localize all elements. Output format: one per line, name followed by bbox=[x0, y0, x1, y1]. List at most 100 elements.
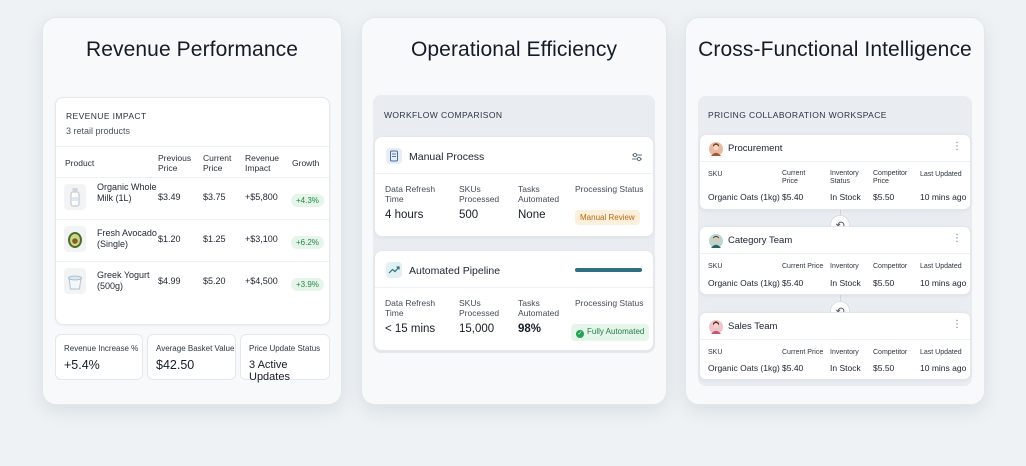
document-icon bbox=[386, 148, 402, 164]
col-previous-price: Previous Price bbox=[158, 153, 192, 173]
manual-process-title: Manual Process bbox=[409, 151, 485, 163]
sliders-icon[interactable] bbox=[631, 150, 643, 168]
col-product: Product bbox=[65, 158, 95, 168]
col-last-updated: Last Updated bbox=[920, 263, 962, 270]
col-sku: SKU bbox=[708, 263, 723, 270]
col-competitor-price: Competitor Price bbox=[873, 263, 908, 270]
sku-value: Organic Oats (1kg) bbox=[708, 363, 780, 373]
stat-card-average-basket: Average Basket Value $42.50 bbox=[147, 334, 236, 380]
avocado-icon bbox=[64, 226, 86, 252]
col-sku: SKU bbox=[708, 171, 723, 178]
stat-label: Revenue Increase % bbox=[64, 344, 139, 353]
table-row[interactable]: Fresh Avocado (Single) $1.20 $1.25 +$3,1… bbox=[56, 220, 331, 261]
more-options-icon[interactable]: ⋮ bbox=[952, 319, 962, 330]
more-options-icon[interactable]: ⋮ bbox=[952, 233, 962, 244]
value-data-refresh: 4 hours bbox=[385, 209, 424, 221]
pipeline-progress-fill bbox=[575, 268, 642, 272]
label-skus-processed: SKUs Processed bbox=[459, 298, 500, 318]
product-name: Fresh Avocado (Single) bbox=[97, 228, 157, 249]
stat-value: $42.50 bbox=[156, 358, 195, 372]
team-card-procurement[interactable]: Procurement ⋮ SKU Current Price Inventor… bbox=[699, 134, 971, 210]
label-processing-status: Processing Status bbox=[575, 184, 644, 194]
team-card-category[interactable]: Category Team ⋮ SKU Current Price Invent… bbox=[699, 226, 971, 295]
competitor-price-value: $5.50 bbox=[873, 192, 895, 202]
yogurt-cup-icon bbox=[64, 268, 86, 294]
panel-title: Cross-Functional Intelligence bbox=[698, 38, 972, 61]
sku-value: Organic Oats (1kg) bbox=[708, 192, 780, 202]
current-price: $1.25 bbox=[203, 234, 226, 244]
inventory-value: In Stock bbox=[830, 278, 861, 288]
avatar bbox=[709, 234, 723, 248]
product-name: Greek Yogurt (500g) bbox=[97, 270, 150, 291]
check-circle-icon: ✓ bbox=[576, 330, 584, 338]
col-inventory-status: Inventory Status bbox=[830, 170, 859, 185]
value-skus-processed: 15,000 bbox=[459, 323, 495, 335]
stat-label: Average Basket Value bbox=[156, 344, 235, 353]
inventory-value: In Stock bbox=[830, 192, 861, 202]
table-row[interactable]: Greek Yogurt (500g) $4.99 $5.20 +$4,500 … bbox=[56, 262, 331, 303]
avatar bbox=[709, 142, 723, 156]
stat-card-price-update: Price Update Status 3 Active Updates bbox=[240, 334, 330, 383]
milk-bottle-icon bbox=[64, 184, 86, 210]
product-name: Organic Whole Milk (1L) bbox=[97, 182, 157, 203]
workspace-header: PRICING COLLABORATION WORKSPACE bbox=[708, 110, 887, 120]
pipeline-progress-bar bbox=[575, 268, 642, 272]
revenue-impact: +$3,100 bbox=[245, 234, 278, 244]
label-skus-processed: SKUs Processed bbox=[459, 184, 500, 204]
trend-up-icon bbox=[386, 262, 402, 278]
col-sku: SKU bbox=[708, 349, 723, 356]
automated-pipeline-card[interactable]: Automated Pipeline Data Refresh Time SKU… bbox=[374, 250, 654, 351]
col-current-price: Current Price bbox=[203, 153, 232, 173]
table-row[interactable]: Organic Whole Milk (1L) $3.49 $3.75 +$5,… bbox=[56, 178, 331, 219]
stat-card-revenue-increase: Revenue Increase % +5.4% bbox=[55, 334, 143, 380]
col-last-updated: Last Updated bbox=[920, 171, 962, 178]
team-name: Category Team bbox=[728, 235, 793, 246]
competitor-price-value: $5.50 bbox=[873, 278, 895, 288]
growth-badge: +6.2% bbox=[291, 236, 324, 249]
col-competitor: Competitor bbox=[873, 349, 908, 356]
col-current-price: Current Price bbox=[782, 170, 806, 185]
current-price: $5.20 bbox=[203, 276, 226, 286]
col-revenue-impact: Revenue Impact bbox=[245, 153, 280, 173]
col-inventory-status: Inventory Status bbox=[830, 263, 859, 270]
label-data-refresh: Data Refresh Time bbox=[385, 184, 436, 204]
label-tasks-automated: Tasks Automated bbox=[518, 298, 560, 318]
value-skus-processed: 500 bbox=[459, 209, 479, 221]
competitor-price-value: $5.50 bbox=[873, 363, 895, 373]
current-price: $3.75 bbox=[203, 192, 226, 202]
status-text: Fully Automated bbox=[587, 327, 645, 336]
growth-badge: +3.9% bbox=[291, 278, 324, 291]
more-options-icon[interactable]: ⋮ bbox=[952, 141, 962, 152]
inventory-value: In Stock bbox=[830, 363, 861, 373]
col-competitor-price: Competitor Price bbox=[873, 170, 908, 185]
team-card-sales[interactable]: Sales Team ⋮ SKU Current Price Inventory… bbox=[699, 312, 971, 380]
previous-price: $4.99 bbox=[158, 276, 181, 286]
value-tasks-automated: 98% bbox=[518, 323, 542, 335]
status-badge: Manual Review bbox=[575, 210, 640, 225]
col-current-price: Current Price bbox=[782, 349, 824, 356]
current-price-value: $5.40 bbox=[782, 363, 804, 373]
automated-pipeline-title: Automated Pipeline bbox=[409, 265, 501, 277]
revenue-impact-header: REVENUE IMPACT bbox=[66, 111, 147, 121]
panel-title: Operational Efficiency bbox=[410, 38, 618, 61]
previous-price: $3.49 bbox=[158, 192, 181, 202]
manual-process-card[interactable]: Manual Process Data Refresh Time SKUs Pr… bbox=[374, 136, 654, 237]
stat-label: Price Update Status bbox=[249, 344, 321, 353]
avatar bbox=[709, 320, 723, 334]
col-inventory: Inventory bbox=[830, 349, 859, 356]
growth-badge: +4.3% bbox=[291, 194, 324, 207]
stat-value: +5.4% bbox=[64, 358, 100, 372]
last-updated-value: 10 mins ago bbox=[920, 278, 967, 288]
panel-title: Revenue Performance bbox=[85, 38, 298, 61]
revenue-impact: +$5,800 bbox=[245, 192, 278, 202]
sku-value: Organic Oats (1kg) bbox=[708, 278, 780, 288]
last-updated-value: 10 mins ago bbox=[920, 192, 967, 202]
previous-price: $1.20 bbox=[158, 234, 181, 244]
value-tasks-automated: None bbox=[518, 209, 546, 221]
revenue-impact-subtitle: 3 retail products bbox=[66, 126, 131, 136]
label-data-refresh: Data Refresh Time bbox=[385, 298, 436, 318]
revenue-impact: +$4,500 bbox=[245, 276, 278, 286]
value-data-refresh: < 15 mins bbox=[385, 323, 436, 335]
status-badge: ✓ Fully Automated bbox=[571, 324, 650, 341]
col-growth: Growth bbox=[292, 158, 320, 168]
